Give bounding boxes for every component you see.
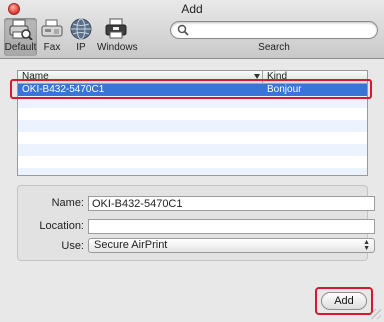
default-printer-icon (9, 19, 33, 40)
add-button-callout (315, 287, 373, 315)
use-label: Use: (61, 240, 84, 252)
printer-details-group: Name: Location: Use: Secure AirPrint ▲▼ (17, 185, 375, 261)
empty-row (18, 120, 367, 132)
empty-row (18, 132, 367, 144)
empty-row (18, 144, 367, 156)
name-field[interactable] (88, 196, 375, 211)
empty-row (18, 156, 367, 168)
toolbar-default-button[interactable]: Default (4, 18, 37, 56)
use-popup[interactable]: Secure AirPrint ▲ ▼ (88, 238, 375, 253)
globe-icon (70, 18, 92, 40)
resize-grip[interactable] (371, 309, 381, 319)
selected-printer-callout (10, 79, 372, 99)
empty-row (18, 108, 367, 120)
empty-row (18, 168, 367, 175)
popup-arrows-icon: ▲ ▼ (363, 239, 370, 252)
search-field[interactable] (170, 21, 378, 39)
windows-printer-icon (105, 18, 127, 39)
toolbar-default-label: Default (4, 42, 37, 53)
search-caption: Search (258, 42, 290, 53)
use-popup-value: Secure AirPrint (94, 239, 168, 251)
name-label: Name: (51, 197, 84, 209)
search-icon (177, 24, 189, 36)
toolbar-ip-button[interactable]: IP (68, 18, 94, 56)
location-label: Location: (39, 220, 84, 232)
toolbar: Add Default Fax IP Windows Search (0, 0, 384, 59)
toolbar-fax-label: Fax (43, 42, 61, 53)
window-title: Add (181, 2, 203, 16)
toolbar-fax-button[interactable]: Fax (40, 18, 64, 56)
toolbar-ip-label: IP (76, 42, 86, 53)
location-field[interactable] (88, 219, 375, 234)
toolbar-windows-label: Windows (97, 42, 138, 53)
add-printer-window: Add Default Fax IP Windows Search Name K… (0, 0, 384, 322)
fax-icon (41, 19, 63, 37)
toolbar-windows-button[interactable]: Windows (97, 18, 138, 56)
